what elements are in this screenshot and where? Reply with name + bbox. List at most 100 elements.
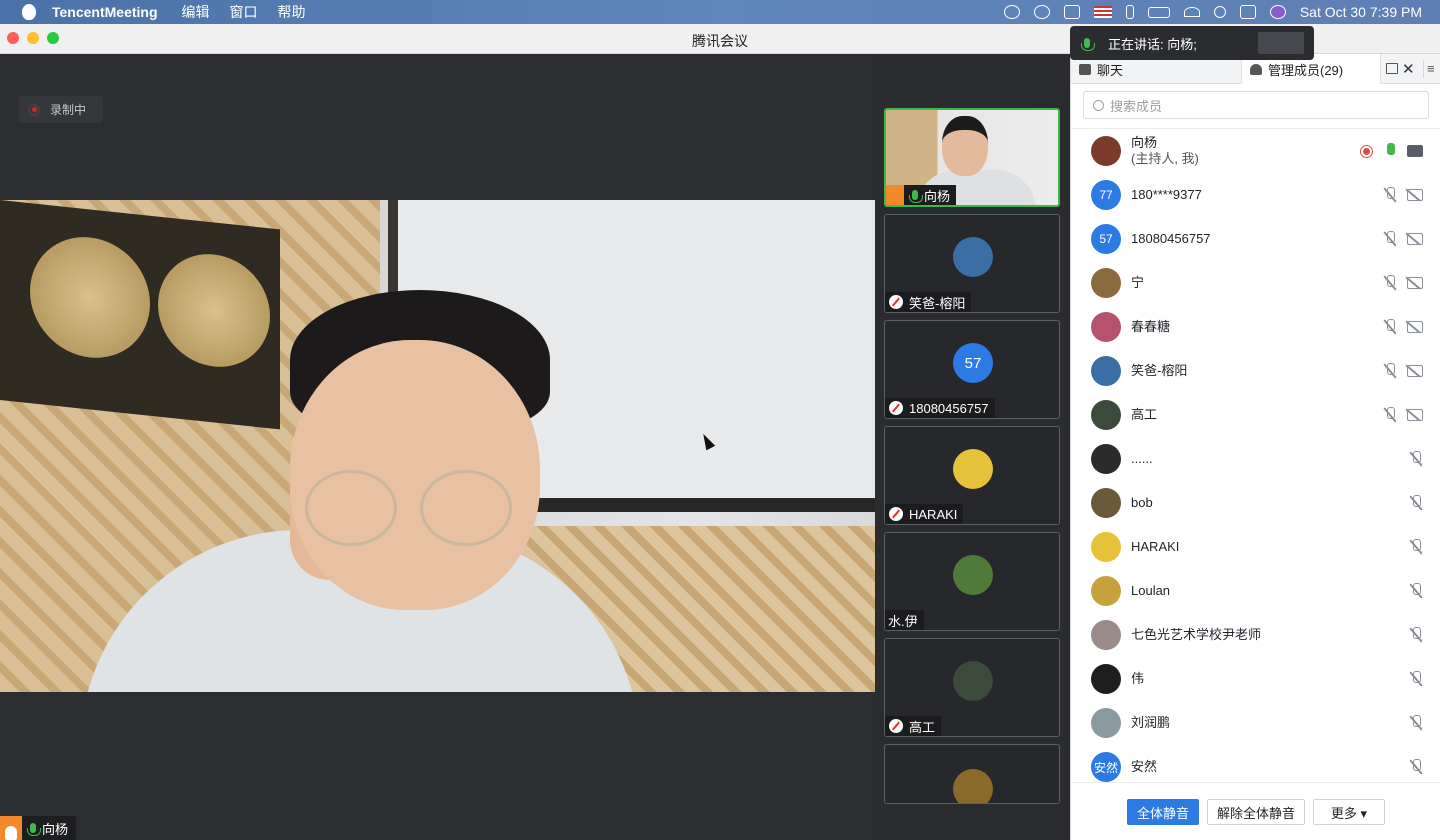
gallery-tile[interactable]: HARAKI — [884, 426, 1060, 525]
member-row[interactable]: 刘润鹏 — [1071, 701, 1440, 745]
more-button[interactable]: 更多 ▾ — [1313, 799, 1385, 825]
camera-off-icon[interactable] — [1407, 409, 1423, 421]
mic-muted-icon[interactable] — [1409, 759, 1423, 775]
main-speaker-video[interactable] — [0, 200, 875, 692]
gallery-tile[interactable] — [884, 744, 1060, 804]
tile-name: 向杨 — [924, 188, 951, 204]
record-dot-icon — [28, 103, 40, 116]
member-name: ...... — [1131, 451, 1153, 466]
member-row[interactable]: ...... — [1071, 437, 1440, 481]
camera-off-icon[interactable] — [1407, 277, 1423, 289]
member-name: 伟 — [1131, 671, 1145, 686]
mic-muted-icon[interactable] — [1383, 187, 1397, 203]
member-row[interactable]: 77 180****9377 — [1071, 173, 1440, 217]
participant-avatar — [953, 769, 993, 803]
mic-on-icon[interactable] — [1383, 143, 1397, 159]
camera-off-icon[interactable] — [1407, 233, 1423, 245]
member-row[interactable]: 宁 — [1071, 261, 1440, 305]
tile-name: HARAKI — [909, 506, 958, 522]
member-row[interactable]: 安然 安然 — [1071, 745, 1440, 782]
mic-muted-icon[interactable] — [1383, 363, 1397, 379]
screen-record-icon[interactable] — [1003, 5, 1020, 19]
member-avatar: 安然 — [1091, 752, 1121, 782]
member-name: 18080456757 — [1131, 231, 1211, 246]
mic-muted-icon — [889, 401, 903, 415]
member-row[interactable]: 向杨 (主持人, 我) — [1071, 129, 1440, 173]
mic-muted-icon[interactable] — [1383, 407, 1397, 423]
close-icon[interactable]: ✕ — [1402, 60, 1415, 78]
bluetooth-icon[interactable] — [1125, 5, 1134, 19]
member-search-input[interactable]: 搜索成员 — [1083, 91, 1429, 119]
menu-edit[interactable]: 编辑 — [182, 2, 210, 22]
gallery-tile[interactable]: 水.伊 — [884, 532, 1060, 631]
volume-icon[interactable] — [1063, 5, 1080, 19]
mic-muted-icon[interactable] — [1383, 275, 1397, 291]
member-avatar — [1091, 268, 1121, 298]
tab-members-label: 管理成员(29) — [1268, 62, 1344, 78]
member-row[interactable]: 高工 — [1071, 393, 1440, 437]
member-name: 春春糖 — [1131, 319, 1171, 334]
popout-icon[interactable] — [1386, 63, 1398, 74]
recording-icon — [1360, 144, 1373, 158]
member-row[interactable]: 七色光艺术学校尹老师 — [1071, 613, 1440, 657]
mic-muted-icon[interactable] — [1383, 231, 1397, 247]
gallery-tile[interactable]: 笑爸-榕阳 — [884, 214, 1060, 313]
siri-icon[interactable] — [1269, 5, 1286, 19]
mic-muted-icon[interactable] — [1409, 715, 1423, 731]
panel-menu-icon[interactable]: ≡ — [1427, 61, 1435, 76]
main-stage: 录制中 向杨 — [0, 54, 875, 840]
mute-all-button[interactable]: 全体静音 — [1127, 799, 1199, 825]
member-row[interactable]: 春春糖 — [1071, 305, 1440, 349]
mic-muted-icon[interactable] — [1409, 539, 1423, 555]
member-avatar — [1091, 664, 1121, 694]
mic-muted-icon[interactable] — [1409, 451, 1423, 467]
member-row[interactable]: 笑爸-榕阳 — [1071, 349, 1440, 393]
menu-help[interactable]: 帮助 — [278, 2, 306, 22]
speaker-thumbnail — [1258, 32, 1304, 54]
mic-muted-icon[interactable] — [1409, 583, 1423, 599]
member-row[interactable]: 57 18080456757 — [1071, 217, 1440, 261]
mic-muted-icon[interactable] — [1383, 319, 1397, 335]
mic-muted-icon[interactable] — [1409, 671, 1423, 687]
member-name: 180****9377 — [1131, 187, 1202, 202]
mic-muted-icon[interactable] — [1409, 495, 1423, 511]
gallery-tile[interactable]: 高工 — [884, 638, 1060, 737]
battery-icon[interactable] — [1147, 6, 1170, 18]
us-flag-icon[interactable] — [1093, 6, 1112, 18]
recording-indicator[interactable]: 录制中 — [19, 96, 103, 123]
unmute-all-button[interactable]: 解除全体静音 — [1207, 799, 1305, 825]
members-panel: 聊天 管理成员(29) ✕ ≡ 搜索成员 向杨 (主持人, 我) 77 180**… — [1070, 54, 1440, 840]
chat-icon — [1079, 63, 1091, 75]
apple-menu-icon[interactable] — [22, 4, 36, 20]
camera-off-icon[interactable] — [1407, 321, 1423, 333]
main-speaker-name: 向杨 — [42, 821, 69, 837]
member-name: 向杨 — [1131, 135, 1158, 150]
tile-name: 笑爸-榕阳 — [909, 295, 966, 311]
member-row[interactable]: Loulan — [1071, 569, 1440, 613]
spotlight-search-icon[interactable] — [1213, 6, 1226, 18]
menu-window[interactable]: 窗口 — [230, 2, 258, 22]
speaker-figure — [80, 280, 640, 692]
member-avatar — [1091, 576, 1121, 606]
gallery-tile[interactable]: 向杨 — [884, 108, 1060, 207]
main-speaker-nametag: 向杨 — [0, 816, 77, 840]
control-center-icon[interactable] — [1239, 5, 1256, 19]
member-name: 安然 — [1131, 759, 1158, 774]
camera-off-icon[interactable] — [1407, 189, 1423, 201]
member-name: 笑爸-榕阳 — [1131, 363, 1188, 378]
member-name: 高工 — [1131, 407, 1158, 422]
member-avatar — [1091, 356, 1121, 386]
mic-muted-icon[interactable] — [1409, 627, 1423, 643]
app-menu[interactable]: TencentMeeting — [52, 4, 158, 20]
play-icon[interactable] — [1033, 5, 1050, 19]
wifi-icon[interactable] — [1183, 7, 1200, 17]
menu-clock[interactable]: Sat Oct 30 7:39 PM — [1300, 4, 1422, 20]
camera-off-icon[interactable] — [1407, 365, 1423, 377]
member-row[interactable]: 伟 — [1071, 657, 1440, 701]
member-row[interactable]: bob — [1071, 481, 1440, 525]
tile-name: 水.伊 — [888, 613, 918, 629]
member-row[interactable]: HARAKI — [1071, 525, 1440, 569]
camera-on-icon[interactable] — [1407, 145, 1423, 157]
gallery-tile[interactable]: 57 18080456757 — [884, 320, 1060, 419]
mic-muted-icon — [889, 719, 903, 733]
